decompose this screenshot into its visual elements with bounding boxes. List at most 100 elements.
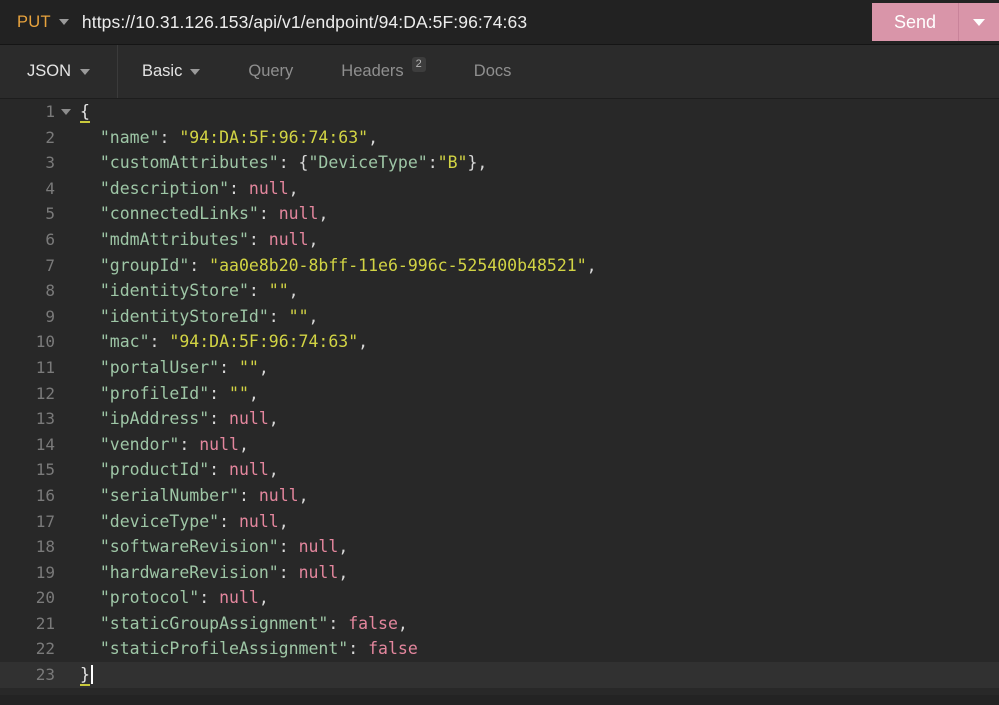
code-token: "" [268,281,289,301]
code-token: : [229,178,249,198]
code-content: "connectedLinks": null, [77,201,329,227]
code-token: : [248,281,269,301]
code-token: , [397,613,408,633]
line-number: 11 [35,357,55,377]
code-token: null [199,434,239,454]
code-line[interactable]: 10 "mac": "94:DA:5F:96:74:63", [0,329,999,355]
code-line[interactable]: 19 "hardwareRevision": null, [0,560,999,586]
tab-headers[interactable]: Headers 2 [317,45,450,98]
tab-label: Headers [341,62,404,80]
line-number: 17 [35,511,55,531]
chevron-down-icon [190,68,201,75]
code-content: "staticGroupAssignment": false, [77,611,408,637]
code-line[interactable]: 8 "identityStore": "", [0,278,999,304]
code-token: "94:DA:5F:96:74:63" [179,127,369,147]
code-token: , [248,383,259,403]
code-line[interactable]: 4 "description": null, [0,176,999,202]
code-line[interactable]: 13 "ipAddress": null, [0,406,999,432]
code-token: }, [467,153,488,173]
code-token: null [268,229,309,249]
code-token: "vendor" [99,434,180,454]
code-token: "B" [437,153,468,173]
fold-toggle-icon[interactable] [55,108,77,115]
code-token: { [80,102,90,123]
code-line[interactable]: 2 "name": "94:DA:5F:96:74:63", [0,125,999,151]
code-line[interactable]: 12 "profileId": "", [0,381,999,407]
code-token: "connectedLinks" [99,204,259,224]
code-token: : [427,153,438,173]
code-line[interactable]: 15 "productId": null, [0,457,999,483]
code-line[interactable]: 1{ [0,99,999,125]
code-token: : [149,332,170,352]
send-options-button[interactable] [959,3,999,41]
code-line[interactable]: 11 "portalUser": "", [0,355,999,381]
request-body-editor[interactable]: 1{2 "name": "94:DA:5F:96:74:63", 3 "custo… [0,99,999,695]
code-line[interactable]: 9 "identityStoreId": "", [0,304,999,330]
code-token: "name" [99,127,160,147]
code-token: : [278,537,299,557]
code-token: "portalUser" [99,357,220,377]
send-button[interactable]: Send [872,3,959,41]
code-token: "hardwareRevision" [99,562,279,582]
code-content: "staticProfileAssignment": false [77,636,418,662]
code-line[interactable]: 18 "softwareRevision": null, [0,534,999,560]
code-token: "identityStore" [99,281,249,301]
code-token: null [229,409,269,429]
tab-basic[interactable]: Basic [118,45,224,98]
send-button-group: Send [872,3,999,41]
code-token: null [298,537,339,557]
code-token: , [368,127,379,147]
code-token: : [258,204,279,224]
code-token: , [338,537,349,557]
code-token: : [159,127,180,147]
line-number: 19 [35,562,55,582]
line-number: 7 [45,255,55,275]
code-line[interactable]: 21 "staticGroupAssignment": false, [0,611,999,637]
code-line[interactable]: 20 "protocol": null, [0,585,999,611]
request-url-bar: PUT https://10.31.126.153/api/v1/endpoin… [0,0,999,45]
code-line[interactable]: 7 "groupId": "aa0e8b20-8bff-11e6-996c-52… [0,253,999,279]
line-number: 21 [35,613,55,633]
code-content: "hardwareRevision": null, [77,560,348,586]
code-token: null [229,460,269,480]
code-token: , [258,588,269,608]
code-line[interactable]: 22 "staticProfileAssignment": false [0,636,999,662]
line-number: 3 [45,153,55,173]
chevron-down-icon [80,68,90,75]
code-line[interactable]: 3 "customAttributes": {"DeviceType":"B"}… [0,150,999,176]
line-number: 15 [35,460,55,480]
code-content: "serialNumber": null, [77,483,309,509]
code-line[interactable]: 5 "connectedLinks": null, [0,201,999,227]
tab-docs[interactable]: Docs [450,45,536,98]
code-line[interactable]: 6 "mdmAttributes": null, [0,227,999,253]
code-content: "mdmAttributes": null, [77,227,319,253]
http-method-selector[interactable]: PUT [0,0,69,44]
line-number: 4 [45,178,55,198]
code-content: "identityStore": "", [77,278,299,304]
tab-query[interactable]: Query [224,45,317,98]
code-line[interactable]: 23} [0,662,999,688]
code-token: "94:DA:5F:96:74:63" [169,332,359,352]
line-number: 20 [35,588,55,608]
code-line[interactable]: 14 "vendor": null, [0,432,999,458]
code-line[interactable]: 16 "serialNumber": null, [0,483,999,509]
code-token: null [238,511,279,531]
code-token: : [219,511,239,531]
url-input[interactable]: https://10.31.126.153/api/v1/endpoint/94… [69,0,872,44]
code-line[interactable]: 17 "deviceType": null, [0,509,999,535]
code-token: "mac" [99,332,150,352]
body-type-selector[interactable]: JSON [0,45,118,98]
line-number: 23 [35,665,55,685]
code-token: "productId" [99,460,210,480]
code-token: : [278,562,299,582]
text-cursor [90,665,93,685]
code-token: "groupId" [99,255,190,275]
line-number: 9 [45,306,55,326]
